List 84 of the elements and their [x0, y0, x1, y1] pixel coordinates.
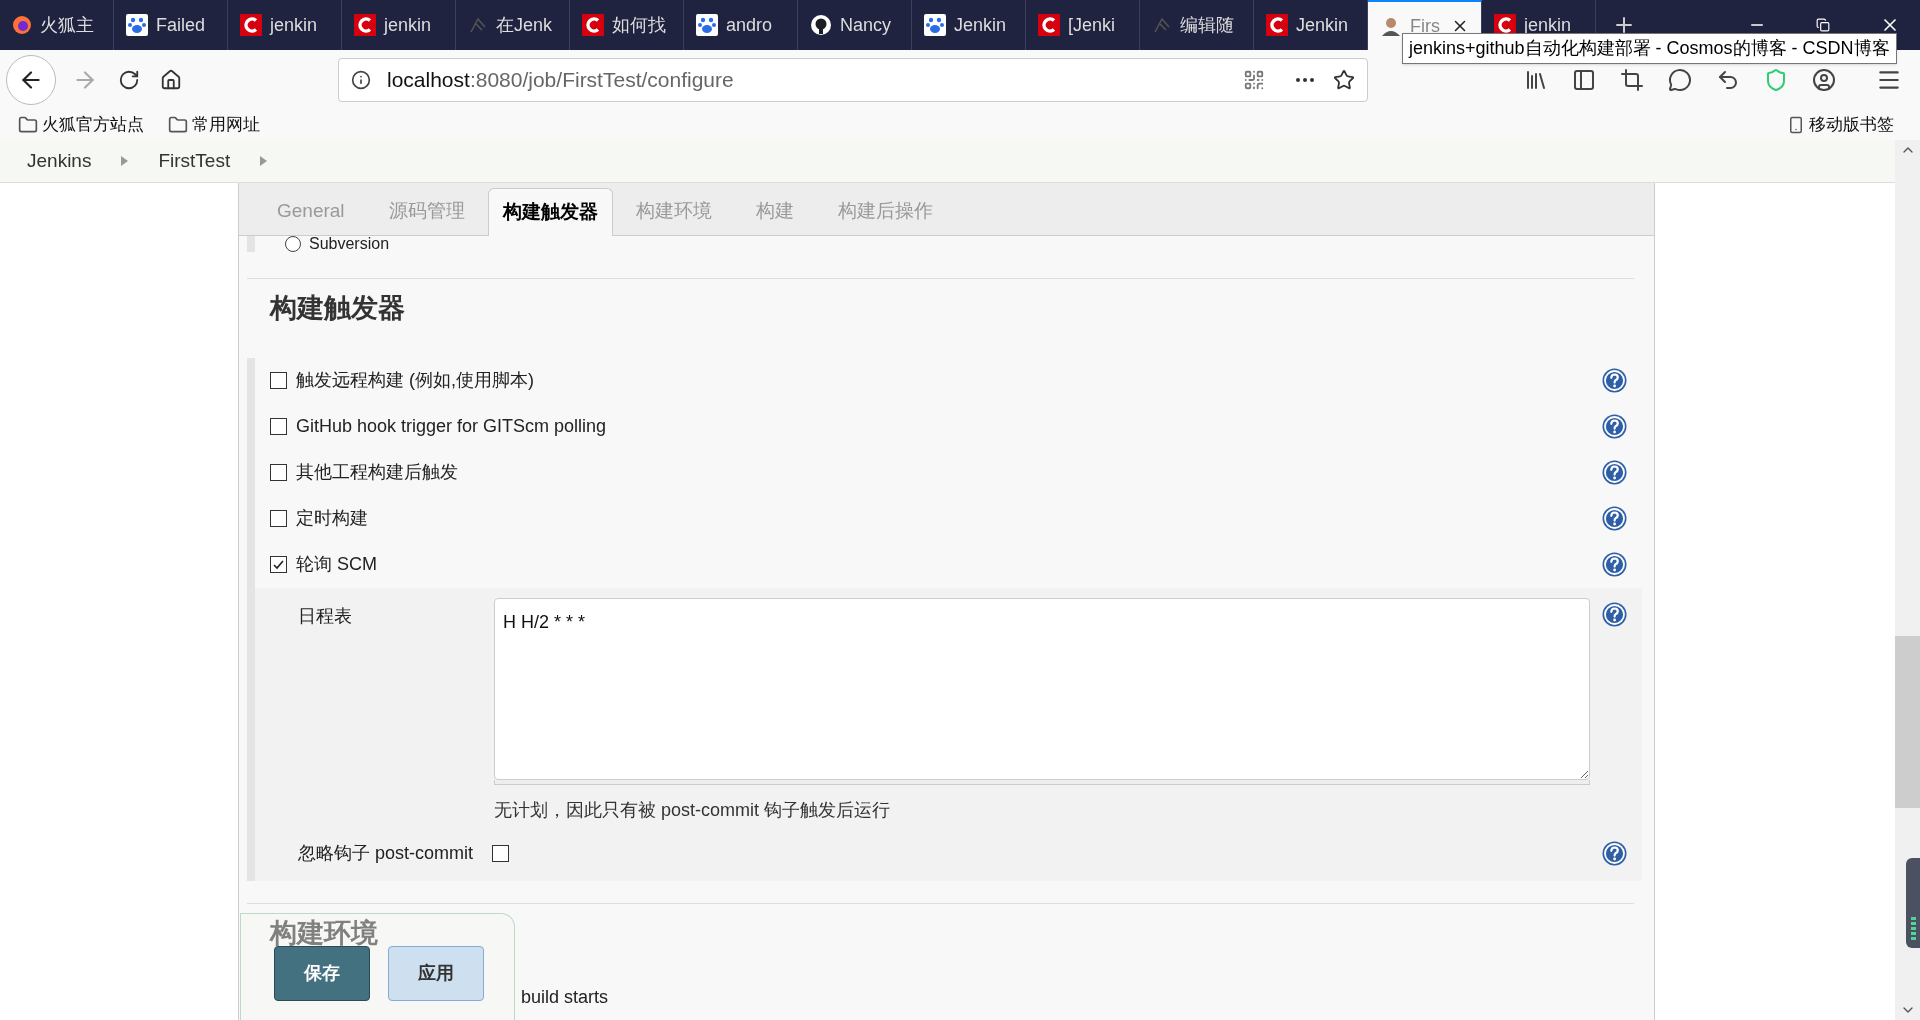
avatar-icon — [1380, 15, 1402, 37]
help-icon[interactable] — [1602, 414, 1627, 440]
checkbox-label: 忽略钩子 post-commit — [298, 841, 474, 865]
breadcrumb-link[interactable]: FirstTest — [158, 146, 231, 176]
checkbox-label: 其他工程构建后触发 — [296, 461, 458, 485]
tab-title: 火狐主 — [40, 13, 94, 37]
phone-icon — [1787, 116, 1805, 134]
sidebar-icon[interactable] — [1572, 68, 1596, 92]
tab-title: andro — [726, 13, 773, 37]
firefox-logo-icon — [12, 15, 32, 35]
scrollbar-thumb[interactable] — [1895, 636, 1920, 808]
mobile-bookmarks[interactable]: 移动版书签 — [1787, 112, 1902, 138]
qr-code-icon[interactable] — [1243, 69, 1265, 91]
bookmark-item[interactable]: 常用网址 — [168, 112, 260, 138]
resize-grip-bar[interactable] — [494, 779, 1590, 785]
save-button[interactable]: 保存 — [274, 946, 370, 1001]
help-icon[interactable] — [1602, 552, 1627, 578]
checkbox[interactable] — [270, 418, 287, 436]
folder-icon — [168, 115, 188, 135]
feather-icon — [1152, 15, 1172, 35]
help-icon[interactable] — [1602, 601, 1627, 627]
paw-icon — [696, 14, 718, 36]
checkbox[interactable] — [270, 372, 287, 390]
url-text: localhost:8080/job/FirstTest/configure — [387, 67, 734, 94]
radio-label: Subversion — [309, 236, 390, 252]
hint-text: 无计划，因此只有被 post-commit 钩子触发后运行 — [494, 798, 892, 822]
help-icon[interactable] — [1602, 840, 1627, 866]
c-logo-icon — [582, 14, 604, 36]
checkbox-label: 触发远程构建 (例如,使用脚本) — [296, 369, 534, 393]
help-icon[interactable] — [1602, 506, 1627, 532]
c-logo-icon — [1494, 14, 1516, 36]
c-logo-icon — [240, 14, 262, 36]
star-icon[interactable] — [1333, 69, 1355, 91]
tab-title: jenkin — [384, 13, 432, 37]
checkbox[interactable] — [270, 464, 287, 482]
bookmark-item[interactable]: 火狐官方站点 — [18, 112, 144, 138]
tab-title: jenkin — [270, 13, 318, 37]
folder-icon — [18, 115, 38, 135]
caret-icon[interactable] — [121, 156, 129, 166]
chat-bubble-icon[interactable] — [1668, 68, 1692, 92]
tooltip: jenkins+github自动化构建部署 - Cosmos的博客 - CSDN博客 — [1402, 33, 1897, 64]
address-bar[interactable]: localhost:8080/job/FirstTest/configure — [338, 58, 1368, 102]
schedule-textarea[interactable]: H H/2 * * * — [494, 597, 1590, 780]
info-icon[interactable] — [351, 70, 371, 90]
checkbox-label: 定时构建 — [296, 507, 368, 531]
account-icon[interactable] — [1812, 68, 1836, 92]
octocat-icon — [810, 14, 832, 36]
crop-icon[interactable] — [1620, 68, 1644, 92]
help-icon[interactable] — [1602, 368, 1627, 394]
tab-title: [Jenki — [1068, 13, 1116, 37]
radio-button[interactable] — [285, 236, 301, 252]
checkbox-label: GitHub hook trigger for GITScm polling — [296, 415, 607, 439]
library-icon[interactable] — [1524, 68, 1548, 92]
c-logo-icon — [354, 14, 376, 36]
tab-title: 在Jenk — [496, 13, 553, 37]
caret-icon[interactable] — [260, 156, 268, 166]
breadcrumb-link[interactable]: Jenkins — [27, 146, 92, 176]
checkbox-label: build starts — [521, 986, 609, 1010]
field-label: 日程表 — [298, 604, 353, 628]
section-heading: 构建触发器 — [268, 291, 406, 325]
help-icon[interactable] — [1602, 460, 1627, 486]
home-icon[interactable] — [160, 69, 182, 91]
scrollbar[interactable] — [1895, 140, 1920, 1020]
back-button[interactable] — [6, 55, 56, 105]
paw-icon — [126, 14, 148, 36]
tab-title: 编辑随 — [1180, 13, 1234, 37]
checkbox-label: 轮询 SCM — [296, 553, 377, 577]
c-logo-icon — [1266, 14, 1288, 36]
restore-icon[interactable] — [1816, 18, 1830, 32]
tab-title: Nancy — [840, 13, 892, 37]
apply-button[interactable]: 应用 — [388, 946, 484, 1001]
tab-title: Failed — [156, 13, 206, 37]
tab-title: 如何找 — [612, 13, 666, 37]
checkbox[interactable] — [270, 510, 287, 528]
tab-title: Jenkin — [954, 13, 1007, 37]
checkbox[interactable] — [270, 556, 287, 574]
tab-title: Jenkin — [1296, 13, 1349, 37]
reload-icon[interactable] — [118, 69, 140, 91]
config-tab[interactable]: 构建触发器 — [487, 188, 613, 236]
feather-icon — [468, 15, 488, 35]
c-logo-icon — [1038, 14, 1060, 36]
undo-arrow-icon[interactable] — [1716, 68, 1740, 92]
checkbox[interactable] — [492, 844, 510, 862]
paw-icon — [924, 14, 946, 36]
